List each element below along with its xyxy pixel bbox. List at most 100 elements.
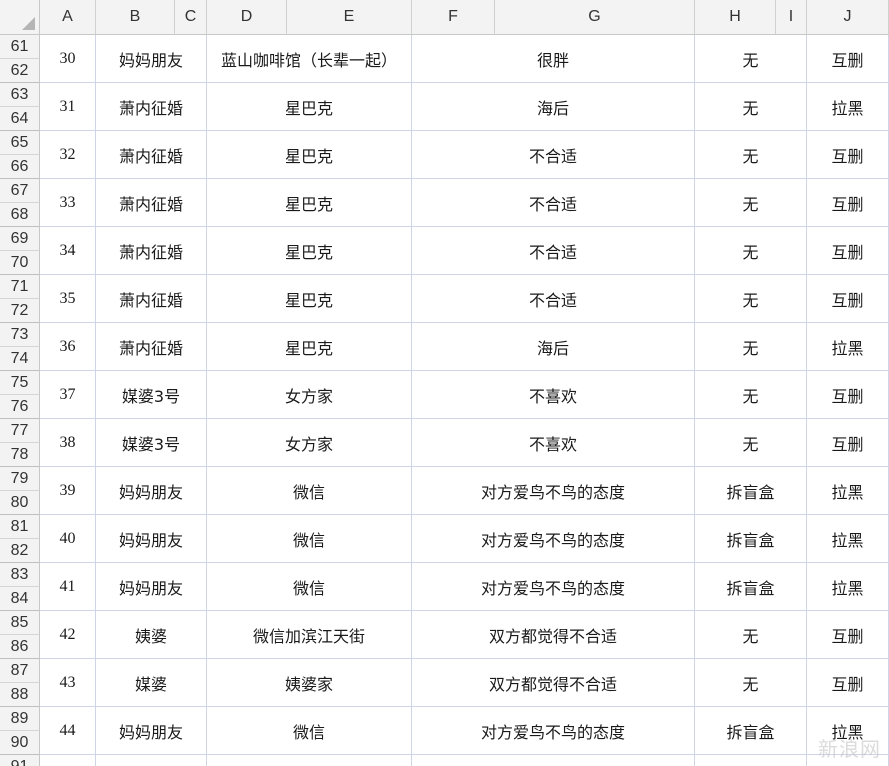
row-header-72[interactable]: 72 <box>0 299 40 323</box>
cell-cost[interactable]: 无 <box>695 371 807 419</box>
cell-impression[interactable]: 对方爱鸟不鸟的态度 <box>412 467 695 515</box>
cell-result[interactable]: 互删 <box>807 419 889 467</box>
cell-impression[interactable]: 对方爱鸟不鸟的态度 <box>412 563 695 611</box>
cell-result[interactable]: 互删 <box>807 131 889 179</box>
cell-place[interactable]: 女方家 <box>207 419 412 467</box>
cell-no[interactable]: 39 <box>40 467 96 515</box>
column-header-b[interactable]: B <box>96 0 175 35</box>
cell-source[interactable]: 媒婆 <box>96 659 207 707</box>
cell-result[interactable]: 互删 <box>807 611 889 659</box>
column-header-d[interactable]: D <box>207 0 287 35</box>
cell-impression[interactable]: 不喜欢 <box>412 371 695 419</box>
row-header-73[interactable]: 73 <box>0 323 40 347</box>
row-header-74[interactable]: 74 <box>0 347 40 371</box>
row-header-61[interactable]: 61 <box>0 35 40 59</box>
column-header-g[interactable]: G <box>495 0 695 35</box>
cell-place[interactable]: 星巴克 <box>207 227 412 275</box>
cell-place[interactable]: 微信 <box>207 707 412 755</box>
cell-result[interactable]: 互删 <box>807 659 889 707</box>
cell-result[interactable]: 拉黑 <box>807 563 889 611</box>
cell-cost[interactable]: 无 <box>695 227 807 275</box>
cell-no[interactable]: 41 <box>40 563 96 611</box>
row-header-79[interactable]: 79 <box>0 467 40 491</box>
cell-result[interactable]: 互删 <box>807 35 889 83</box>
cell-cost[interactable]: 无 <box>695 659 807 707</box>
row-header-67[interactable]: 67 <box>0 179 40 203</box>
cell-no[interactable]: 40 <box>40 515 96 563</box>
cell-cost[interactable]: 拆盲盒 <box>695 515 807 563</box>
row-header-65[interactable]: 65 <box>0 131 40 155</box>
cell-cost[interactable]: 无 <box>695 179 807 227</box>
cell-place[interactable]: 星巴克 <box>207 131 412 179</box>
select-all-corner[interactable] <box>0 0 40 35</box>
cell-result[interactable]: 互删 <box>807 371 889 419</box>
cell-empty[interactable] <box>40 755 96 766</box>
cell-cost[interactable]: 无 <box>695 35 807 83</box>
cell-empty[interactable] <box>412 755 695 766</box>
cell-empty[interactable] <box>207 755 412 766</box>
cell-no[interactable]: 33 <box>40 179 96 227</box>
cell-no[interactable]: 34 <box>40 227 96 275</box>
cell-cost[interactable]: 无 <box>695 611 807 659</box>
cell-source[interactable]: 妈妈朋友 <box>96 707 207 755</box>
cell-no[interactable]: 38 <box>40 419 96 467</box>
cell-source[interactable]: 妈妈朋友 <box>96 515 207 563</box>
cell-impression[interactable]: 海后 <box>412 323 695 371</box>
cell-place[interactable]: 女方家 <box>207 371 412 419</box>
column-header-e[interactable]: E <box>287 0 412 35</box>
cell-source[interactable]: 妈妈朋友 <box>96 35 207 83</box>
cell-cost[interactable]: 无 <box>695 419 807 467</box>
cell-result[interactable]: 互删 <box>807 179 889 227</box>
cell-place[interactable]: 微信加滨江天街 <box>207 611 412 659</box>
cell-source[interactable]: 萧内征婚 <box>96 83 207 131</box>
row-header-76[interactable]: 76 <box>0 395 40 419</box>
row-header-68[interactable]: 68 <box>0 203 40 227</box>
cell-place[interactable]: 蓝山咖啡馆（长辈一起） <box>207 35 412 83</box>
row-header-81[interactable]: 81 <box>0 515 40 539</box>
cell-source[interactable]: 媒婆3号 <box>96 419 207 467</box>
cell-cost[interactable]: 无 <box>695 83 807 131</box>
cell-impression[interactable]: 双方都觉得不合适 <box>412 659 695 707</box>
cell-impression[interactable]: 不合适 <box>412 275 695 323</box>
cell-impression[interactable]: 不合适 <box>412 131 695 179</box>
cell-source[interactable]: 萧内征婚 <box>96 275 207 323</box>
cell-no[interactable]: 37 <box>40 371 96 419</box>
row-header-83[interactable]: 83 <box>0 563 40 587</box>
cell-result[interactable]: 拉黑 <box>807 83 889 131</box>
cell-source[interactable]: 妈妈朋友 <box>96 563 207 611</box>
cell-impression[interactable]: 很胖 <box>412 35 695 83</box>
cell-cost[interactable]: 拆盲盒 <box>695 707 807 755</box>
row-header-80[interactable]: 80 <box>0 491 40 515</box>
row-header-88[interactable]: 88 <box>0 683 40 707</box>
cell-source[interactable]: 姨婆 <box>96 611 207 659</box>
cell-impression[interactable]: 双方都觉得不合适 <box>412 611 695 659</box>
cell-no[interactable]: 43 <box>40 659 96 707</box>
cell-no[interactable]: 36 <box>40 323 96 371</box>
cell-place[interactable]: 微信 <box>207 515 412 563</box>
column-header-j[interactable]: J <box>807 0 889 35</box>
row-header-78[interactable]: 78 <box>0 443 40 467</box>
row-header-87[interactable]: 87 <box>0 659 40 683</box>
cell-source[interactable]: 媒婆3号 <box>96 371 207 419</box>
cell-result[interactable]: 拉黑 <box>807 467 889 515</box>
cell-source[interactable]: 萧内征婚 <box>96 179 207 227</box>
cell-cost[interactable]: 拆盲盒 <box>695 563 807 611</box>
row-header-75[interactable]: 75 <box>0 371 40 395</box>
cell-impression[interactable]: 对方爱鸟不鸟的态度 <box>412 515 695 563</box>
cell-impression[interactable]: 对方爱鸟不鸟的态度 <box>412 707 695 755</box>
cell-no[interactable]: 30 <box>40 35 96 83</box>
row-header-82[interactable]: 82 <box>0 539 40 563</box>
row-header-64[interactable]: 64 <box>0 107 40 131</box>
cell-result[interactable]: 互删 <box>807 275 889 323</box>
cell-impression[interactable]: 不合适 <box>412 227 695 275</box>
row-header-85[interactable]: 85 <box>0 611 40 635</box>
cell-cost[interactable]: 无 <box>695 323 807 371</box>
cell-place[interactable]: 星巴克 <box>207 83 412 131</box>
cell-impression[interactable]: 海后 <box>412 83 695 131</box>
cell-source[interactable]: 萧内征婚 <box>96 131 207 179</box>
cell-no[interactable]: 42 <box>40 611 96 659</box>
column-header-h[interactable]: H <box>695 0 776 35</box>
column-header-i[interactable]: I <box>776 0 807 35</box>
cell-no[interactable]: 32 <box>40 131 96 179</box>
cell-no[interactable]: 44 <box>40 707 96 755</box>
